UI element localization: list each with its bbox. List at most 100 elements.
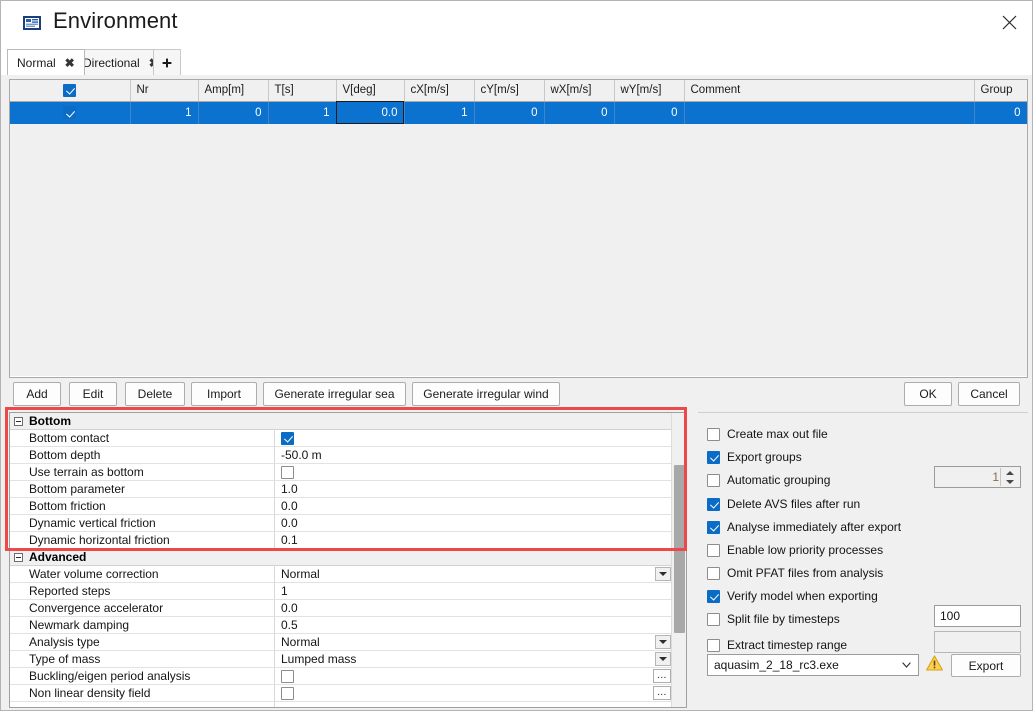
export-groups-checkbox[interactable] bbox=[707, 450, 720, 464]
cell-t[interactable]: 1 bbox=[268, 101, 337, 124]
property-value[interactable]: 1 bbox=[275, 583, 672, 599]
column-header-wx[interactable]: wX[m/s] bbox=[544, 80, 615, 102]
spinner-buttons[interactable] bbox=[1000, 468, 1019, 486]
property-value[interactable]: … bbox=[275, 685, 672, 701]
generate-sea-button[interactable]: Generate irregular sea bbox=[263, 382, 406, 406]
property-value[interactable]: Normal bbox=[275, 634, 672, 650]
solver-executable-select[interactable]: aquasim_2_18_rc3.exe bbox=[707, 654, 919, 676]
add-tab-button[interactable] bbox=[153, 49, 181, 75]
property-row-partial[interactable] bbox=[10, 702, 672, 707]
property-value[interactable]: 0.0 bbox=[275, 600, 672, 616]
property-row-newmark-damping[interactable]: Newmark damping 0.5 bbox=[10, 617, 672, 634]
property-value[interactable]: 0.0 bbox=[275, 498, 672, 514]
column-header-t[interactable]: T[s] bbox=[268, 80, 337, 102]
enable-low-priority-checkbox[interactable] bbox=[707, 543, 720, 557]
column-header-cy[interactable]: cY[m/s] bbox=[474, 80, 545, 102]
property-row-bottom-friction[interactable]: Bottom friction 0.0 bbox=[10, 498, 672, 515]
verify-model-checkbox[interactable] bbox=[707, 589, 720, 603]
spinner-down-icon[interactable] bbox=[1006, 479, 1014, 484]
select-all-checkbox[interactable] bbox=[63, 83, 77, 97]
table-row[interactable]: 1 0 1 0.0 1 0 0 0 0 bbox=[10, 101, 1027, 124]
property-value[interactable] bbox=[275, 430, 672, 446]
column-header-amp[interactable]: Amp[m] bbox=[198, 80, 269, 102]
property-category-advanced[interactable]: Advanced bbox=[10, 549, 672, 566]
collapse-icon[interactable] bbox=[14, 416, 23, 426]
add-button[interactable]: Add bbox=[13, 382, 61, 406]
export-button[interactable]: Export bbox=[951, 654, 1021, 677]
create-max-out-file-checkbox[interactable] bbox=[707, 427, 720, 441]
edit-button[interactable]: Edit bbox=[69, 382, 117, 406]
automatic-grouping-checkbox[interactable] bbox=[707, 473, 720, 487]
chevron-down-icon[interactable] bbox=[655, 567, 671, 581]
cell-comment[interactable] bbox=[684, 101, 975, 124]
tab-normal[interactable]: Normal ✖ bbox=[7, 49, 85, 75]
option-omit-pfat-files[interactable]: Omit PFAT files from analysis bbox=[707, 565, 883, 581]
option-create-max-out-file[interactable]: Create max out file bbox=[707, 426, 828, 442]
environment-data-grid[interactable]: Nr Amp[m] T[s] V[deg] cX[m/s] cY[m/s] wX… bbox=[9, 79, 1028, 378]
more-options-button[interactable]: … bbox=[653, 669, 671, 683]
property-row-non-linear-density-field[interactable]: Non linear density field … bbox=[10, 685, 672, 702]
cell-wx[interactable]: 0 bbox=[544, 101, 615, 124]
property-value[interactable]: Lumped mass bbox=[275, 651, 672, 667]
property-row-bottom-contact[interactable]: Bottom contact bbox=[10, 430, 672, 447]
row-select-checkbox-cell[interactable] bbox=[10, 101, 131, 124]
property-value[interactable]: -50.0 m bbox=[275, 447, 672, 463]
split-timesteps-input[interactable]: 100 bbox=[934, 605, 1021, 627]
cancel-button[interactable]: Cancel bbox=[958, 382, 1020, 406]
extract-timestep-checkbox[interactable] bbox=[707, 638, 720, 652]
non-linear-density-checkbox[interactable] bbox=[281, 686, 294, 700]
property-value[interactable]: … bbox=[275, 668, 672, 684]
cell-cy[interactable]: 0 bbox=[474, 101, 545, 124]
option-extract-timestep-range[interactable]: Extract timestep range bbox=[707, 637, 847, 653]
import-button[interactable]: Import bbox=[191, 382, 257, 406]
property-value[interactable] bbox=[275, 702, 672, 707]
property-grid[interactable]: Bottom Bottom contact Bottom depth -50.0… bbox=[9, 412, 687, 708]
close-icon[interactable] bbox=[984, 1, 1032, 44]
property-row-analysis-type[interactable]: Analysis type Normal bbox=[10, 634, 672, 651]
property-category-bottom[interactable]: Bottom bbox=[10, 413, 672, 430]
chevron-down-icon[interactable] bbox=[655, 635, 671, 649]
property-value[interactable]: 0.0 bbox=[275, 515, 672, 531]
option-export-groups[interactable]: Export groups bbox=[707, 449, 802, 465]
property-row-use-terrain-as-bottom[interactable]: Use terrain as bottom bbox=[10, 464, 672, 481]
column-header-wy[interactable]: wY[m/s] bbox=[614, 80, 685, 102]
omit-pfat-files-checkbox[interactable] bbox=[707, 566, 720, 580]
property-value[interactable] bbox=[275, 464, 672, 480]
property-row-dynamic-horizontal-friction[interactable]: Dynamic horizontal friction 0.1 bbox=[10, 532, 672, 549]
scrollbar-thumb[interactable] bbox=[674, 465, 685, 633]
cell-group[interactable]: 0 bbox=[974, 101, 1027, 124]
property-value[interactable]: 0.5 bbox=[275, 617, 672, 633]
generate-wind-button[interactable]: Generate irregular wind bbox=[412, 382, 560, 406]
cell-amp[interactable]: 0 bbox=[198, 101, 269, 124]
property-row-dynamic-vertical-friction[interactable]: Dynamic vertical friction 0.0 bbox=[10, 515, 672, 532]
property-row-bottom-depth[interactable]: Bottom depth -50.0 m bbox=[10, 447, 672, 464]
more-options-button[interactable]: … bbox=[653, 686, 671, 700]
column-header-cx[interactable]: cX[m/s] bbox=[404, 80, 475, 102]
option-delete-avs-files[interactable]: Delete AVS files after run bbox=[707, 496, 860, 512]
close-icon[interactable]: ✖ bbox=[65, 57, 75, 69]
property-row-bottom-parameter[interactable]: Bottom parameter 1.0 bbox=[10, 481, 672, 498]
delete-button[interactable]: Delete bbox=[125, 382, 185, 406]
column-header-v[interactable]: V[deg] bbox=[336, 80, 405, 102]
ok-button[interactable]: OK bbox=[904, 382, 952, 406]
use-terrain-checkbox[interactable] bbox=[281, 465, 294, 479]
extract-range-input[interactable] bbox=[934, 631, 1021, 653]
property-grid-scrollbar[interactable] bbox=[671, 413, 686, 707]
column-header-nr[interactable]: Nr bbox=[130, 80, 199, 102]
column-header-group[interactable]: Group bbox=[974, 80, 1027, 102]
property-value[interactable]: Normal bbox=[275, 566, 672, 582]
cell-wy[interactable]: 0 bbox=[614, 101, 685, 124]
cell-nr[interactable]: 1 bbox=[130, 101, 199, 124]
column-header-select-all[interactable] bbox=[10, 80, 131, 102]
automatic-grouping-spinner[interactable]: 1 bbox=[934, 466, 1021, 488]
property-row-type-of-mass[interactable]: Type of mass Lumped mass bbox=[10, 651, 672, 668]
property-value[interactable]: 0.1 bbox=[275, 532, 672, 548]
row-select-checkbox[interactable] bbox=[63, 106, 77, 120]
option-enable-low-priority[interactable]: Enable low priority processes bbox=[707, 542, 883, 558]
option-split-file-by-timesteps[interactable]: Split file by timesteps bbox=[707, 611, 840, 627]
buckling-checkbox[interactable] bbox=[281, 669, 294, 683]
delete-avs-files-checkbox[interactable] bbox=[707, 497, 720, 511]
spinner-up-icon[interactable] bbox=[1006, 470, 1014, 475]
option-verify-model[interactable]: Verify model when exporting bbox=[707, 588, 878, 604]
collapse-icon[interactable] bbox=[14, 552, 23, 562]
